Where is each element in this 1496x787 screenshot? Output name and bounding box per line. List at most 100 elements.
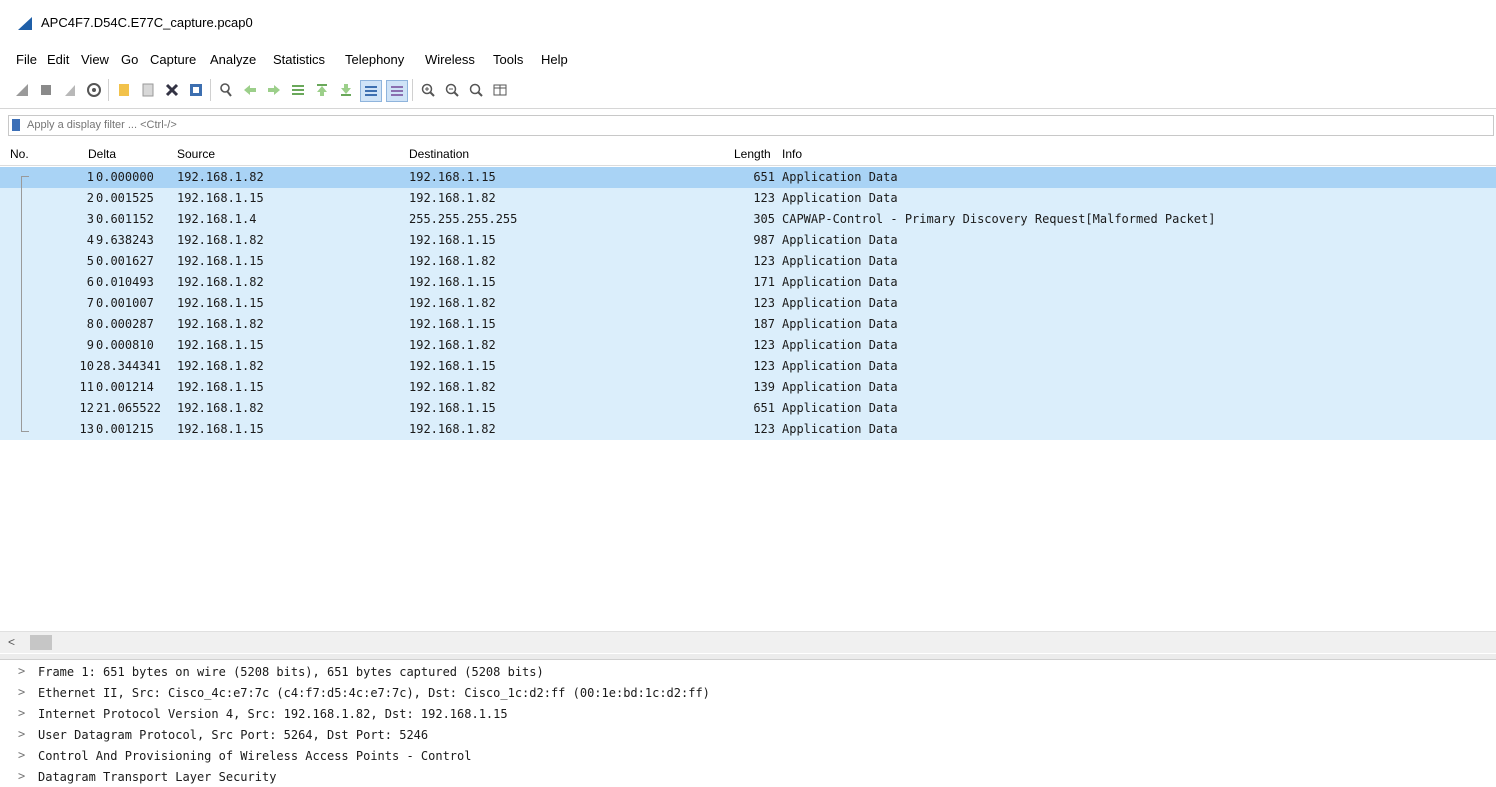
- tree-item[interactable]: > User Datagram Protocol, Src Port: 5264…: [0, 725, 1496, 745]
- packet-info: Application Data: [782, 359, 898, 373]
- packet-details-pane: > Frame 1: 651 bytes on wire (5208 bits)…: [0, 660, 1496, 787]
- scroll-left-icon[interactable]: <: [8, 635, 15, 649]
- packet-destination: 192.168.1.82: [409, 191, 496, 205]
- zoom-normal-icon[interactable]: [466, 80, 486, 100]
- chevron-right-icon[interactable]: >: [18, 748, 25, 762]
- packet-delta: 9.638243: [96, 233, 154, 247]
- close-file-icon[interactable]: [162, 80, 182, 100]
- capture-options-icon[interactable]: [84, 80, 104, 100]
- save-file-icon[interactable]: [138, 80, 158, 100]
- packet-length: 171: [753, 275, 775, 289]
- packet-destination: 192.168.1.15: [409, 317, 496, 331]
- table-row[interactable]: 4 9.638243 192.168.1.82 192.168.1.15 987…: [0, 230, 1496, 251]
- table-row[interactable]: 9 0.000810 192.168.1.15 192.168.1.82 123…: [0, 335, 1496, 356]
- display-filter-input[interactable]: [27, 117, 1467, 132]
- table-row[interactable]: 13 0.001215 192.168.1.15 192.168.1.82 12…: [0, 419, 1496, 440]
- chevron-right-icon[interactable]: >: [18, 769, 25, 783]
- packet-source: 192.168.1.82: [177, 170, 264, 184]
- stop-icon[interactable]: [36, 80, 56, 100]
- toolbar-separator: [108, 79, 109, 101]
- tree-item-label: Control And Provisioning of Wireless Acc…: [38, 749, 472, 763]
- menu-wireless[interactable]: Wireless: [425, 52, 475, 67]
- go-back-icon[interactable]: [240, 80, 260, 100]
- packet-info: Application Data: [782, 422, 898, 436]
- menu-capture[interactable]: Capture: [150, 52, 196, 67]
- horizontal-scrollbar[interactable]: <: [0, 631, 1496, 653]
- tree-item[interactable]: > Datagram Transport Layer Security: [0, 767, 1496, 787]
- menu-file[interactable]: File: [16, 52, 37, 67]
- colorize-icon[interactable]: [386, 80, 408, 102]
- bookmark-icon[interactable]: [12, 119, 20, 131]
- last-packet-icon[interactable]: [336, 80, 356, 100]
- related-packets-start: [21, 176, 29, 177]
- table-row[interactable]: 5 0.001627 192.168.1.15 192.168.1.82 123…: [0, 251, 1496, 272]
- shark-fin-start-icon[interactable]: [12, 80, 32, 100]
- menu-analyze[interactable]: Analyze: [210, 52, 256, 67]
- packet-source: 192.168.1.15: [177, 191, 264, 205]
- packet-source: 192.168.1.15: [177, 422, 264, 436]
- packet-source: 192.168.1.15: [177, 338, 264, 352]
- packet-no: 2: [86, 191, 94, 205]
- chevron-right-icon[interactable]: >: [18, 706, 25, 720]
- packet-source: 192.168.1.82: [177, 317, 264, 331]
- menu-telephony[interactable]: Telephony: [345, 52, 404, 67]
- menu-view[interactable]: View: [81, 52, 109, 67]
- menu-statistics[interactable]: Statistics: [273, 52, 325, 67]
- chevron-right-icon[interactable]: >: [18, 685, 25, 699]
- table-row[interactable]: 10 28.344341 192.168.1.82 192.168.1.15 1…: [0, 356, 1496, 377]
- menu-help[interactable]: Help: [541, 52, 568, 67]
- go-forward-icon[interactable]: [264, 80, 284, 100]
- first-packet-icon[interactable]: [312, 80, 332, 100]
- tree-item-label: User Datagram Protocol, Src Port: 5264, …: [38, 728, 429, 742]
- restart-icon[interactable]: [60, 80, 80, 100]
- wireshark-logo-icon: [18, 17, 32, 30]
- tree-item[interactable]: > Internet Protocol Version 4, Src: 192.…: [0, 704, 1496, 724]
- packet-length: 123: [753, 254, 775, 268]
- zoom-out-icon[interactable]: [442, 80, 462, 100]
- table-row[interactable]: 12 21.065522 192.168.1.82 192.168.1.15 6…: [0, 398, 1496, 419]
- tree-item[interactable]: > Frame 1: 651 bytes on wire (5208 bits)…: [0, 662, 1496, 682]
- column-no[interactable]: No.: [10, 147, 29, 161]
- find-icon[interactable]: [216, 80, 236, 100]
- packet-info: Application Data: [782, 275, 898, 289]
- autoscroll-icon[interactable]: [360, 80, 382, 102]
- packet-length: 139: [753, 380, 775, 394]
- packet-no: 12: [79, 401, 94, 415]
- column-delta[interactable]: Delta: [88, 147, 116, 161]
- table-row[interactable]: 8 0.000287 192.168.1.82 192.168.1.15 187…: [0, 314, 1496, 335]
- toolbar-separator: [412, 79, 413, 101]
- packet-length: 123: [753, 338, 775, 352]
- zoom-in-icon[interactable]: [418, 80, 438, 100]
- reload-icon[interactable]: [186, 80, 206, 100]
- packet-info: Application Data: [782, 296, 898, 310]
- column-length[interactable]: Length: [734, 147, 774, 161]
- packet-no: 10: [79, 359, 94, 373]
- tree-item-label: Ethernet II, Src: Cisco_4c:e7:7c (c4:f7:…: [38, 686, 710, 700]
- packet-delta: 0.601152: [96, 212, 154, 226]
- table-row[interactable]: 1 0.000000 192.168.1.82 192.168.1.15 651…: [0, 167, 1496, 188]
- main-toolbar: [0, 74, 1496, 109]
- column-source[interactable]: Source: [177, 147, 215, 161]
- table-row[interactable]: 2 0.001525 192.168.1.15 192.168.1.82 123…: [0, 188, 1496, 209]
- menu-edit[interactable]: Edit: [47, 52, 69, 67]
- tree-item[interactable]: > Control And Provisioning of Wireless A…: [0, 746, 1496, 766]
- menu-tools[interactable]: Tools: [493, 52, 523, 67]
- go-to-packet-icon[interactable]: [288, 80, 308, 100]
- packet-no: 8: [86, 317, 94, 331]
- open-file-icon[interactable]: [114, 80, 134, 100]
- table-row[interactable]: 6 0.010493 192.168.1.82 192.168.1.15 171…: [0, 272, 1496, 293]
- chevron-right-icon[interactable]: >: [18, 664, 25, 678]
- chevron-right-icon[interactable]: >: [18, 727, 25, 741]
- scrollbar-thumb[interactable]: [30, 635, 52, 650]
- packet-destination: 192.168.1.82: [409, 338, 496, 352]
- table-row[interactable]: 7 0.001007 192.168.1.15 192.168.1.82 123…: [0, 293, 1496, 314]
- table-row[interactable]: 3 0.601152 192.168.1.4 255.255.255.255 3…: [0, 209, 1496, 230]
- tree-item[interactable]: > Ethernet II, Src: Cisco_4c:e7:7c (c4:f…: [0, 683, 1496, 703]
- table-row[interactable]: 11 0.001214 192.168.1.15 192.168.1.82 13…: [0, 377, 1496, 398]
- packet-length: 123: [753, 191, 775, 205]
- column-destination[interactable]: Destination: [409, 147, 469, 161]
- menu-go[interactable]: Go: [121, 52, 138, 67]
- column-info[interactable]: Info: [782, 147, 802, 161]
- resize-columns-icon[interactable]: [490, 80, 510, 100]
- packet-destination: 192.168.1.15: [409, 359, 496, 373]
